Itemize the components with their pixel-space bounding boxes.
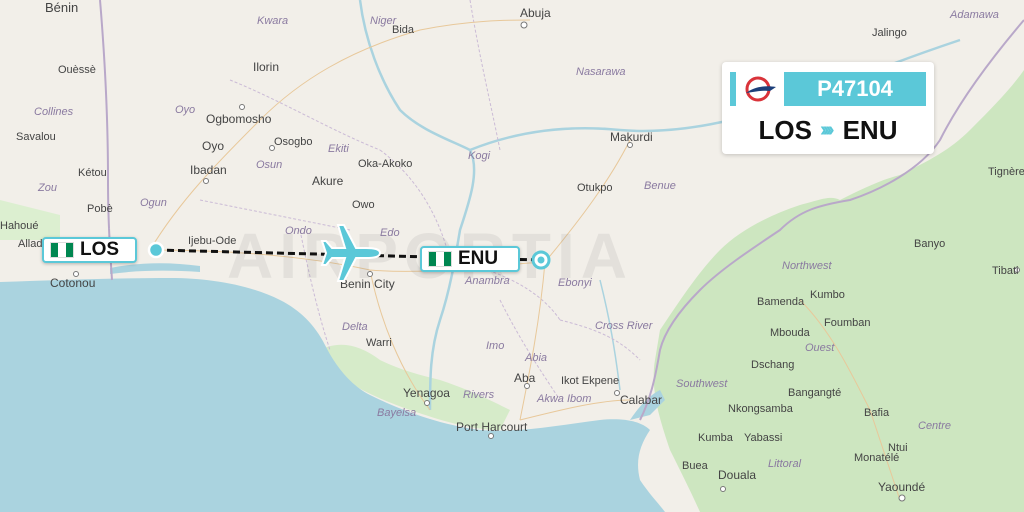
city-label: Mbouda <box>770 327 811 339</box>
flight-number: P47104 <box>784 72 926 106</box>
region-label: Edo <box>380 227 400 239</box>
region-label: Kwara <box>257 15 288 27</box>
region-label: Benue <box>644 180 676 192</box>
region-label: Delta <box>342 321 368 333</box>
region-label: Akwa Ibom <box>536 393 591 405</box>
region-label: Cross River <box>595 320 654 332</box>
city-label: Tignère <box>988 166 1024 178</box>
route-destination: ENU <box>842 114 898 145</box>
city-label: Yabassi <box>744 432 782 444</box>
destination-code: ENU <box>458 248 499 269</box>
city-label: Yaoundé <box>878 480 925 494</box>
country-label: Bénin <box>45 0 78 15</box>
city-label: Abuja <box>520 6 551 20</box>
origin-code: LOS <box>80 239 120 260</box>
region-label: Zou <box>37 182 57 194</box>
destination-airport-tag[interactable]: ENU <box>420 246 520 272</box>
region-label: Centre <box>918 420 951 432</box>
region-label: Collines <box>34 106 74 118</box>
city-label: Oyo <box>202 139 224 153</box>
region-label: Kogi <box>468 150 491 162</box>
city-label: Ilorin <box>253 60 279 74</box>
city-label: Ikot Ekpene <box>561 375 619 387</box>
region-label: Imo <box>486 340 504 352</box>
region-label: Littoral <box>768 458 802 470</box>
city-label: Kumbo <box>810 289 845 301</box>
city-label: Bafia <box>864 407 890 419</box>
city-label: Akure <box>312 174 344 188</box>
city-label: Yenagoa <box>403 386 450 400</box>
city-label: Dschang <box>751 359 794 371</box>
region-label: Anambra <box>464 275 510 287</box>
city-label: Bangangté <box>788 387 841 399</box>
city-label: Buea <box>682 460 709 472</box>
city-label: Ibadan <box>190 163 227 177</box>
city-label: Ijebu-Ode <box>188 235 236 247</box>
city-label: Savalou <box>16 131 56 143</box>
city-label: Bamenda <box>757 296 805 308</box>
region-label: Southwest <box>676 378 728 390</box>
region-label: Nasarawa <box>576 66 626 78</box>
city-label: Calabar <box>620 393 662 407</box>
region-label: Ouest <box>805 342 835 354</box>
region-label: Ogun <box>140 197 167 209</box>
city-label: Port Harcourt <box>456 420 528 434</box>
city-label: Hahoué <box>0 220 39 232</box>
region-label: Ondo <box>285 225 312 237</box>
city-label: Aba <box>514 371 536 385</box>
region-label: Ebonyi <box>558 277 592 289</box>
city-label: Ogbomosho <box>206 112 272 126</box>
nigeria-flag-icon <box>50 242 74 258</box>
city-label: Nkongsamba <box>728 403 794 415</box>
origin-airport-tag[interactable]: LOS <box>42 237 137 263</box>
city-label: Kétou <box>78 167 107 179</box>
city-label: Tibati <box>992 265 1019 277</box>
city-label: Otukpo <box>577 182 612 194</box>
region-label: Northwest <box>782 260 832 272</box>
route-origin: LOS <box>758 114 812 145</box>
region-label: Bayelsa <box>377 407 416 419</box>
city-label: Allad <box>18 238 42 250</box>
city-label: Ouèssè <box>58 64 96 76</box>
city-label: Jalingo <box>872 27 907 39</box>
city-label: Cotonou <box>50 276 95 290</box>
flight-info-card[interactable]: P47104 LOS ›››› ENU <box>722 62 934 154</box>
city-label: Osogbo <box>274 136 313 148</box>
region-label: Adamawa <box>949 9 999 21</box>
region-label: Abia <box>524 352 547 364</box>
origin-marker[interactable] <box>147 241 165 259</box>
region-label: Rivers <box>463 389 495 401</box>
city-label: Banyo <box>914 238 945 250</box>
destination-marker-dot <box>537 256 545 264</box>
city-label: Kumba <box>698 432 734 444</box>
route-arrows-icon: ›››› <box>819 118 835 141</box>
city-label: Bida <box>392 24 415 36</box>
city-label: Monatélé <box>854 452 899 464</box>
route-summary: LOS ›››› ENU <box>722 112 934 148</box>
nigeria-flag-icon <box>428 251 452 267</box>
region-label: Osun <box>256 159 282 171</box>
city-label: Warri <box>366 337 392 349</box>
city-label: Owo <box>352 199 375 211</box>
airline-logo-icon <box>730 72 784 106</box>
region-label: Ekiti <box>328 143 349 155</box>
city-label: Benin City <box>340 277 395 291</box>
region-label: Oyo <box>175 104 195 116</box>
city-label: Foumban <box>824 317 870 329</box>
city-label: Douala <box>718 468 756 482</box>
city-label: Oka-Akoko <box>358 158 412 170</box>
city-label: Pobè <box>87 203 113 215</box>
city-label: Makurdi <box>610 130 653 144</box>
